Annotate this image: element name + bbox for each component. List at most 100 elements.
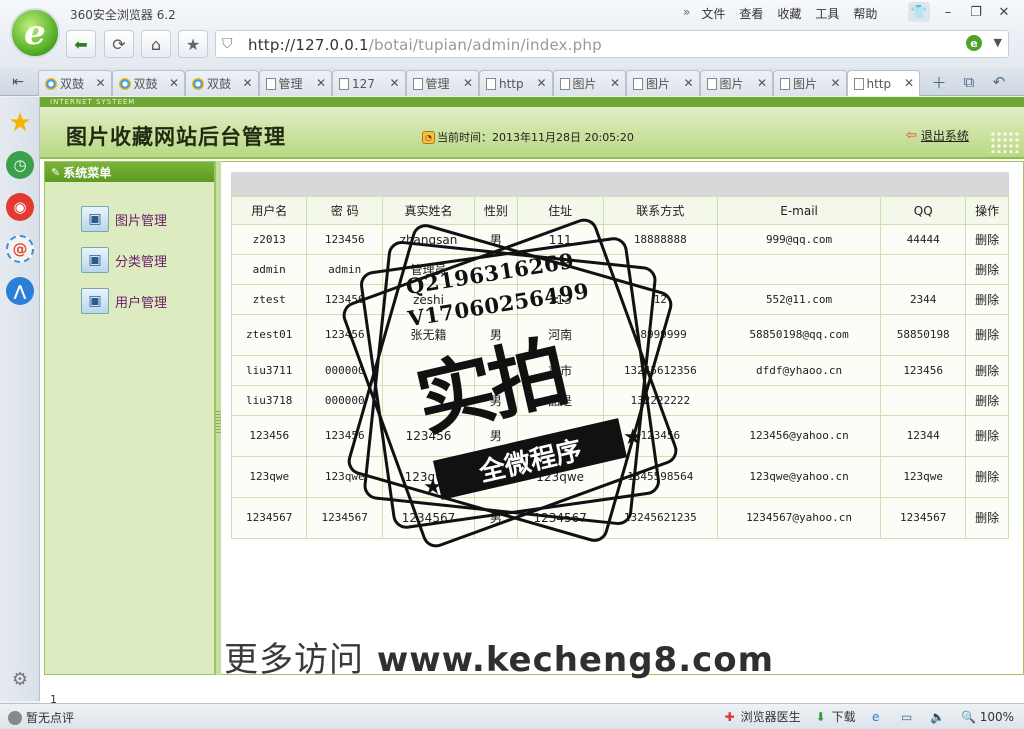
system-menu-title: 系统菜单 (63, 165, 112, 180)
favorite-button[interactable]: ★ (178, 30, 208, 58)
table-cell: 男 (474, 224, 518, 255)
sidebar-toggle-icon[interactable]: ⇤ (6, 72, 30, 92)
browser-tab[interactable]: 双鼓 ✕ (185, 70, 259, 96)
menu-item-user-management[interactable]: ▣ 用户管理 (81, 288, 167, 314)
delete-link[interactable]: 删除 (965, 254, 1009, 285)
table-body: z2013 123456 zhangsan 男 111 18888888 999@qq.co… (230, 224, 1009, 539)
menu-more-icon[interactable]: » (676, 5, 694, 22)
menu-help[interactable]: 帮助 (846, 5, 884, 22)
restore-button[interactable]: ❐ (962, 2, 990, 22)
delete-link[interactable]: 删除 (965, 385, 1009, 416)
time-label: 当前时间： (437, 131, 492, 144)
minimize-button[interactable]: – (934, 2, 962, 22)
browser-tab[interactable]: 图片 ✕ (699, 70, 773, 96)
close-tab-icon[interactable]: ✕ (683, 76, 693, 90)
new-tab-icon[interactable]: ＋ (927, 71, 951, 93)
browser-tab[interactable]: 双鼓 ✕ (111, 70, 185, 96)
close-tab-icon[interactable]: ✕ (169, 76, 179, 90)
back-button[interactable]: ⬅ (66, 30, 96, 58)
browser-tab[interactable]: 双鼓 ✕ (38, 70, 112, 96)
browser-tab[interactable]: http ✕ (479, 70, 553, 96)
close-tab-icon[interactable]: ✕ (95, 76, 105, 90)
table-cell (474, 284, 518, 315)
close-tab-icon[interactable]: ✕ (830, 76, 840, 90)
browser-tab[interactable]: 图片 ✕ (552, 70, 626, 96)
delete-link[interactable]: 删除 (965, 224, 1009, 255)
browser-tab[interactable]: 管理 ✕ (405, 70, 479, 96)
menu-file[interactable]: 文件 (694, 5, 732, 22)
favorites-star-icon[interactable]: ★ (6, 108, 34, 138)
home-button[interactable]: ⌂ (141, 30, 171, 58)
browser-tab[interactable]: 管理 ✕ (258, 70, 332, 96)
delete-link[interactable]: 删除 (965, 456, 1009, 498)
close-tab-icon[interactable]: ✕ (757, 76, 767, 90)
document-icon (265, 77, 276, 90)
close-tab-icon[interactable]: ✕ (463, 76, 473, 90)
browser-tab[interactable]: 图片 ✕ (773, 70, 847, 96)
close-tab-icon[interactable]: ✕ (316, 76, 326, 90)
menu-favorites[interactable]: 收藏 (770, 5, 808, 22)
table-cell: 男 (474, 385, 518, 416)
close-tab-icon[interactable]: ✕ (389, 76, 399, 90)
logout-link[interactable]: ⇦ 退出系统 (906, 127, 969, 144)
app-title: 360安全浏览器 6.2 (70, 8, 176, 22)
history-clock-icon[interactable]: ◷ (6, 151, 34, 179)
user-table: 用户名密 码真实姓名 性别 住址 联系方式 E-mail QQ 操作 z2013 123456… (230, 196, 1009, 539)
menu-item-label: 用户管理 (115, 295, 168, 311)
delete-link[interactable]: 删除 (965, 355, 1009, 386)
volume-icon[interactable]: 🔈 (930, 709, 946, 725)
delete-link[interactable]: 删除 (965, 415, 1009, 457)
delete-link[interactable]: 删除 (965, 314, 1009, 356)
close-tab-icon[interactable]: ✕ (610, 76, 620, 90)
chevron-down-icon[interactable]: ▼ (994, 36, 1002, 49)
skin-icon[interactable]: 👕 (908, 2, 930, 22)
close-tab-icon[interactable]: ✕ (536, 76, 546, 90)
column-header: 住址 (516, 196, 604, 225)
community-icon[interactable]: ⋀ (6, 277, 34, 305)
browser-doctor-button[interactable]: ✚ 浏览器医生 (722, 708, 801, 725)
table-row: 123456 123456 123456 男 123456 123456@yahoo.cn… (230, 415, 1009, 457)
close-window-button[interactable]: ✕ (990, 2, 1018, 22)
column-header: 性别 (474, 196, 518, 225)
menu-item-category-management[interactable]: ▣ 分类管理 (81, 247, 167, 273)
browser-tab[interactable]: 图片 ✕ (626, 70, 700, 96)
table-row: z2013 123456 zhangsan 男 111 18888888 999@qq.co… (230, 224, 1009, 255)
refresh-button[interactable]: ⟳ (104, 30, 134, 58)
edit-icon: ✎ (51, 165, 61, 179)
delete-link[interactable]: 删除 (965, 284, 1009, 315)
ie-icon[interactable]: e (868, 709, 884, 725)
column-header: 操作 (965, 196, 1009, 225)
browser-logo[interactable]: e (10, 8, 60, 58)
download-button[interactable]: ⬇ 下载 (813, 708, 856, 725)
tab-list-icon[interactable]: ⧉ (957, 71, 981, 93)
menu-view[interactable]: 查看 (732, 5, 770, 22)
status-rating[interactable]: 暂无点评 (8, 709, 74, 726)
star-icon: ★ (185, 34, 201, 54)
browser-tab[interactable]: http ✕ (846, 70, 920, 96)
zoom-label: 100% (979, 709, 1014, 724)
menu-item-image-management[interactable]: ▣ 图片管理 (81, 206, 167, 232)
address-text[interactable]: http://127.0.0.1/botai/tupian/admin/inde… (248, 36, 602, 54)
undo-close-icon[interactable]: ↶ (987, 71, 1011, 93)
table-cell: 552@11.com (717, 284, 882, 315)
close-tab-icon[interactable]: ✕ (904, 76, 914, 90)
browser-tab[interactable]: 127 ✕ (332, 70, 406, 96)
time-value: 2013年11月28日 20:05:20 (492, 131, 634, 144)
settings-gear-icon[interactable]: ⚙ (6, 665, 34, 693)
zoom-button[interactable]: 🔍 100% (961, 709, 1014, 725)
ie-mode-icon[interactable]: e (966, 35, 982, 51)
tab-label: 双鼓 (207, 77, 232, 91)
delete-link[interactable]: 删除 (965, 497, 1009, 539)
address-bar[interactable]: ⛉ http://127.0.0.1/botai/tupian/admin/in… (215, 30, 1009, 58)
menu-tools[interactable]: 工具 (808, 5, 846, 22)
close-tab-icon[interactable]: ✕ (242, 76, 252, 90)
weibo-icon[interactable]: ◉ (6, 193, 34, 221)
header-strip: INTERNET SYSTEEM (40, 97, 1024, 107)
table-cell: zhangsan (381, 224, 476, 255)
table-row: 1234567 1234567 1234567 男 1234567 13245621235… (230, 497, 1009, 539)
mail-icon[interactable]: @ (6, 235, 34, 263)
column-header: E-mail (717, 196, 882, 225)
web-page: INTERNET SYSTEEM 图片收藏网站后台管理 ◔ 当前时间： 2013… (40, 97, 1024, 703)
table-cell: 18888888 (602, 224, 719, 255)
window-icon[interactable]: ▭ (899, 709, 915, 725)
